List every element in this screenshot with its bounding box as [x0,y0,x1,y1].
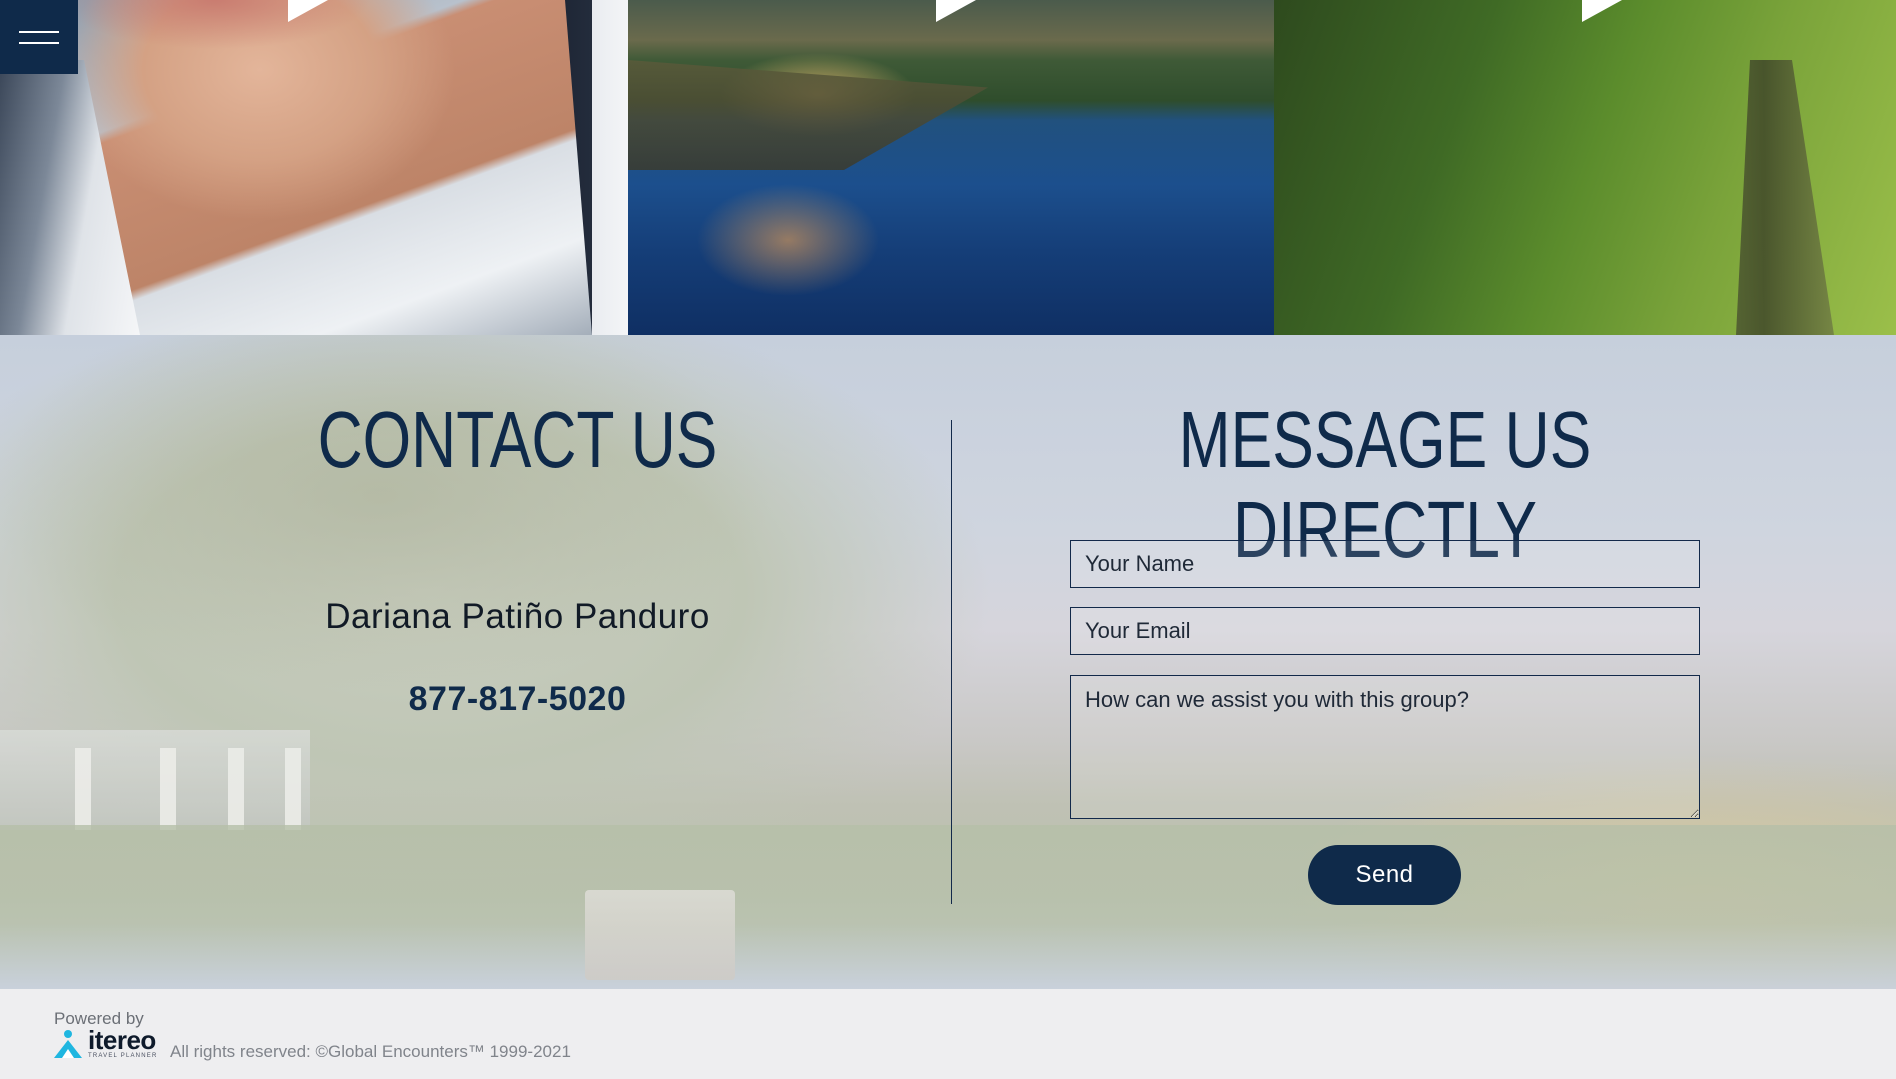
portrait-photo[interactable] [0,0,628,335]
name-input[interactable] [1070,540,1700,588]
page: CONTACT US Dariana Patiño Panduro 877-81… [0,0,1896,1079]
contact-person-name: Dariana Patiño Panduro [325,597,710,636]
send-button[interactable]: Send [1308,845,1461,905]
dinner-table [585,890,735,980]
contact-us-heading: CONTACT US [317,395,718,484]
footer [0,989,1896,1079]
copyright-text: All rights reserved: ©Global Encounters™… [170,1042,571,1061]
play-icon[interactable] [1582,0,1622,22]
contact-phone-link[interactable]: 877-817-5020 [250,680,785,719]
logo-wordmark: itereo [88,1025,156,1055]
play-icon[interactable] [936,0,976,22]
hamburger-menu-icon [19,41,59,44]
lodge-building [0,730,310,830]
itereo-logo-link[interactable]: itereo TRAVEL PLANNER [52,1025,158,1060]
lakeside-dinner-photo[interactable] [628,0,1274,335]
hamburger-menu-icon [19,30,59,33]
section-divider [951,420,952,904]
hamburger-menu-button[interactable] [0,0,78,74]
logo-tagline: TRAVEL PLANNER [88,1053,158,1059]
photo-gallery [0,0,1896,335]
message-textarea[interactable] [1070,675,1700,819]
grassland-path-photo[interactable] [1274,0,1896,335]
email-input[interactable] [1070,607,1700,655]
itereo-logo-icon [54,1030,82,1058]
play-icon[interactable] [288,0,328,22]
